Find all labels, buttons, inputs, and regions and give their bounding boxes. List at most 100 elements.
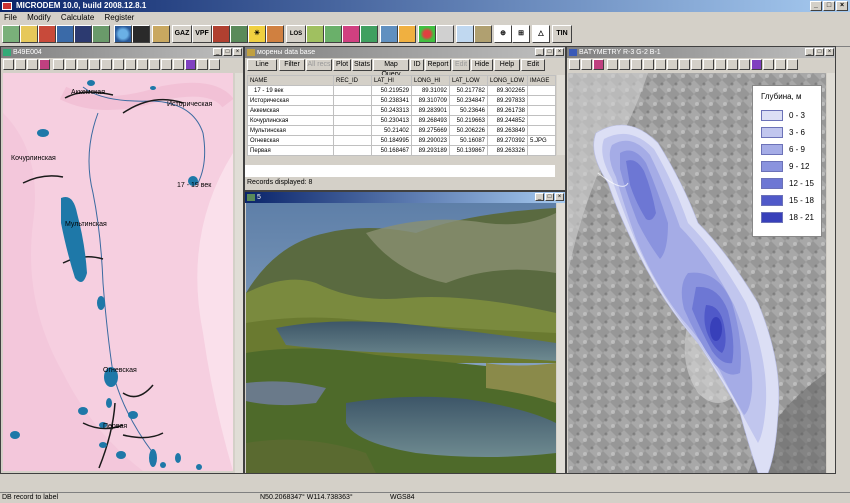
col-header[interactable]: REC_ID [333,75,372,86]
table-row[interactable]: 17 - 19 век 50.219529 89.31092 50.217782 89.… [247,85,556,96]
slope-icon[interactable] [342,25,360,43]
records-table[interactable]: NAME REC_ID LAT_HI LONG_HI LAT_LOW LONG_… [247,75,556,156]
table-cell[interactable]: 50.206226 [449,125,488,136]
table-row[interactable]: Первая 50.168467 89.293189 50.139867 89.2633… [247,145,556,156]
table-cell[interactable] [527,145,556,156]
pan-icon[interactable] [643,59,654,70]
measure-icon[interactable] [161,59,172,70]
grid-toggle-icon[interactable] [607,59,618,70]
grid-icon[interactable] [230,25,248,43]
contour-icon[interactable] [324,25,342,43]
maximize-button[interactable]: □ [823,1,835,11]
bathy-min-button[interactable]: _ [805,48,814,56]
sun-icon[interactable]: ☀ [248,25,266,43]
arrow-icon[interactable] [703,59,714,70]
bathy-scrollbar[interactable] [827,73,835,473]
crop-icon[interactable] [77,59,88,70]
save-icon[interactable] [581,59,592,70]
stars-icon[interactable] [132,25,150,43]
table-cell[interactable]: Аккемская [247,105,334,116]
table-cell[interactable] [333,145,372,156]
stats-button[interactable]: Stats [352,59,372,71]
table-cell[interactable] [527,95,556,106]
table-cell[interactable]: 89.263326 [487,145,528,156]
col-header[interactable]: NAME [247,75,334,86]
print-icon[interactable] [3,59,14,70]
db-scrollbar[interactable] [557,75,565,155]
table-cell[interactable]: 50.16087 [449,135,488,146]
col-header[interactable]: LAT_LOW [449,75,488,86]
crop-icon[interactable] [631,59,642,70]
table-cell[interactable]: 89.293189 [411,145,450,156]
table-cell[interactable] [333,105,372,116]
table-cell[interactable]: Мультинская [247,125,334,136]
dem-icon[interactable] [56,25,74,43]
table-cell[interactable]: 50.21402 [371,125,412,136]
measure-icon[interactable] [715,59,726,70]
zoom-extent-icon[interactable] [101,59,112,70]
col-header[interactable]: LONG_LOW [487,75,528,86]
edit-button[interactable]: Edit [452,59,470,71]
table-cell[interactable]: 50.219529 [371,85,412,96]
table-row[interactable]: Огневская 50.184995 89.290023 50.16087 89.27… [247,135,556,146]
stats-icon[interactable] [380,25,398,43]
arrow-icon[interactable] [149,59,160,70]
table-row[interactable]: Кочурлинская 50.230413 89.268493 50.219663 8… [247,115,556,126]
refresh-icon[interactable] [691,59,702,70]
zoom-out-icon[interactable] [679,59,690,70]
table-cell[interactable]: 50.234847 [449,95,488,106]
table-cell[interactable]: 89.283901 [411,105,450,116]
zoom-in-icon[interactable] [667,59,678,70]
graph-icon[interactable] [360,25,378,43]
table-cell[interactable] [527,115,556,126]
table-cell[interactable]: 50.243313 [371,105,412,116]
db-max-button[interactable]: □ [545,48,554,56]
bathy-max-button[interactable]: □ [815,48,824,56]
target-icon[interactable] [418,25,436,43]
zoom-out-icon[interactable] [125,59,136,70]
left-scrollbar[interactable] [235,73,243,473]
legend-icon[interactable] [39,59,50,70]
ship-icon[interactable] [152,25,170,43]
table-cell[interactable] [527,105,556,116]
table-cell[interactable]: 5.JPG [527,135,556,146]
tools-icon[interactable] [212,25,230,43]
refresh-icon[interactable] [137,59,148,70]
save-icon[interactable] [15,59,26,70]
sun2-icon[interactable] [398,25,416,43]
map-query-button[interactable]: Map Query [373,59,409,78]
close-button[interactable]: × [836,1,848,11]
minimize-button[interactable]: _ [810,1,822,11]
table-cell[interactable]: 50.139867 [449,145,488,156]
line-button[interactable]: Line [247,59,277,71]
legend-icon[interactable] [593,59,604,70]
table-cell[interactable]: 89.263849 [487,125,528,136]
table-cell[interactable]: 89.261738 [487,105,528,116]
report-button[interactable]: Report [425,59,451,71]
table-cell[interactable]: 89.244852 [487,115,528,126]
db-close-button[interactable]: × [555,48,564,56]
table-cell[interactable]: 89.297833 [487,95,528,106]
satellite-icon[interactable] [74,25,92,43]
compass-icon[interactable]: ⊕ [494,25,512,43]
table-cell[interactable]: 89.268493 [411,115,450,126]
table-cell[interactable] [333,85,372,96]
table-cell[interactable]: 50.230413 [371,115,412,126]
col-header[interactable]: LAT_HI [371,75,412,86]
route-icon[interactable] [727,59,738,70]
photo-close-button[interactable]: × [555,193,564,201]
id-button[interactable]: ID [410,59,424,71]
network-icon[interactable]: ⊞ [512,25,530,43]
print-icon[interactable] [569,59,580,70]
select-icon[interactable] [619,59,630,70]
settings-icon[interactable] [209,59,220,70]
vpf-button[interactable]: VPF [192,25,212,43]
table-row[interactable]: Мультинская 50.21402 89.275669 50.206226 89.… [247,125,556,136]
menu-modify[interactable]: Modify [27,13,51,22]
los-button[interactable]: LOS [286,25,306,43]
menu-file[interactable]: File [4,13,17,22]
table-cell[interactable]: 17 - 19 век [247,85,334,96]
table-cell[interactable]: 89.31092 [411,85,450,96]
sediment-icon[interactable] [474,25,492,43]
zoom-in-icon[interactable] [113,59,124,70]
